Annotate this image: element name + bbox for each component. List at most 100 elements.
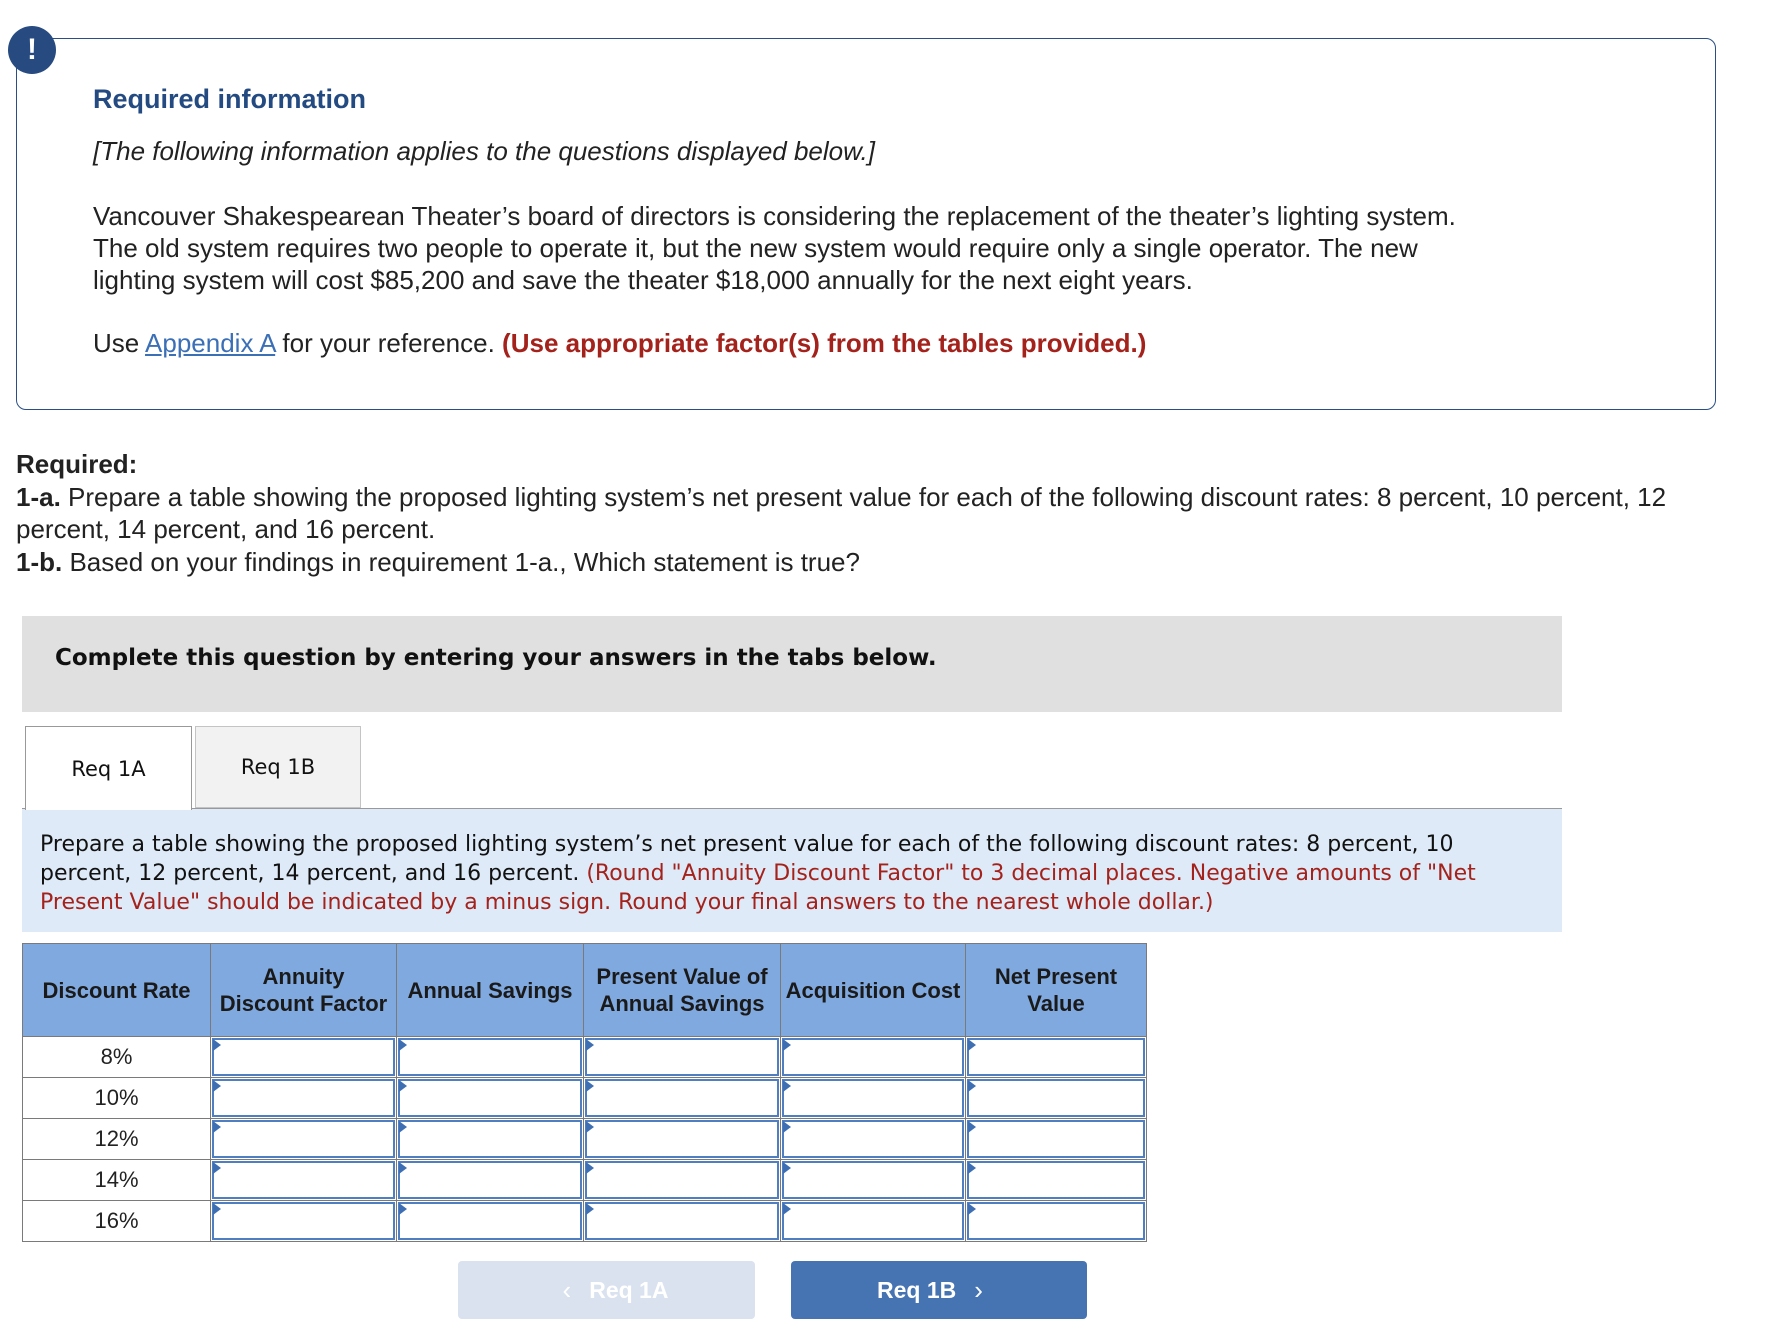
net-present-value-input[interactable] <box>967 1120 1145 1158</box>
present-value-annual-savings-input[interactable] <box>585 1161 779 1199</box>
annual-savings-input[interactable] <box>398 1038 582 1076</box>
input-marker-icon <box>399 1162 407 1174</box>
present-value-annual-savings-input[interactable] <box>585 1079 779 1117</box>
input-marker-icon <box>213 1162 221 1174</box>
present-value-annual-savings-input[interactable] <box>585 1202 779 1240</box>
input-marker-icon <box>783 1121 791 1133</box>
required-section: Required: 1-a. Prepare a table showing t… <box>16 448 1716 578</box>
table-row: 14% <box>22 1159 1147 1201</box>
annual-savings-input[interactable] <box>398 1202 582 1240</box>
net-present-value-input[interactable] <box>967 1161 1145 1199</box>
present-value-annual-savings-cell <box>583 1036 781 1078</box>
next-button-label: Req 1B <box>877 1276 957 1303</box>
annual-savings-cell <box>396 1200 584 1242</box>
input-marker-icon <box>399 1039 407 1051</box>
annuity-discount-factor-input[interactable] <box>212 1202 395 1240</box>
discount-rate-cell: 16% <box>22 1200 211 1242</box>
annual-savings-cell <box>396 1036 584 1078</box>
next-req-1b-button[interactable]: Req 1B › <box>791 1261 1087 1319</box>
input-marker-icon <box>399 1121 407 1133</box>
annual-savings-cell <box>396 1077 584 1119</box>
input-marker-icon <box>213 1121 221 1133</box>
discount-rate-cell: 12% <box>22 1118 211 1160</box>
info-subtitle: [The following information applies to th… <box>93 136 875 166</box>
input-marker-icon <box>586 1203 594 1215</box>
requirement-1b: 1-b. Based on your findings in requireme… <box>16 546 1716 579</box>
annual-savings-input[interactable] <box>398 1079 582 1117</box>
acquisition-cost-input[interactable] <box>782 1079 964 1117</box>
required-heading: Required: <box>16 449 138 479</box>
reference-line: Use Appendix A for your reference. (Use … <box>93 328 1146 359</box>
alert-icon: ! <box>8 26 56 74</box>
input-marker-icon <box>586 1039 594 1051</box>
present-value-annual-savings-cell <box>583 1159 781 1201</box>
net-present-value-input[interactable] <box>967 1202 1145 1240</box>
discount-rate-cell: 14% <box>22 1159 211 1201</box>
acquisition-cost-input[interactable] <box>782 1161 964 1199</box>
header-annual-savings: Annual Savings <box>396 943 584 1037</box>
annual-savings-cell <box>396 1118 584 1160</box>
net-present-value-cell <box>965 1036 1147 1078</box>
annuity-discount-factor-cell <box>210 1077 397 1119</box>
reference-prefix: Use <box>93 328 146 358</box>
present-value-annual-savings-cell <box>583 1077 781 1119</box>
npv-table: Discount Rate Annuity Discount Factor An… <box>22 943 1147 1242</box>
input-marker-icon <box>586 1162 594 1174</box>
prev-req-1a-button[interactable]: ‹ Req 1A <box>458 1261 755 1319</box>
input-marker-icon <box>968 1121 976 1133</box>
annuity-discount-factor-input[interactable] <box>212 1079 395 1117</box>
appendix-a-link[interactable]: Appendix A <box>145 328 275 358</box>
acquisition-cost-input[interactable] <box>782 1202 964 1240</box>
info-title: Required information <box>93 84 367 114</box>
annual-savings-input[interactable] <box>398 1120 582 1158</box>
input-marker-icon <box>213 1203 221 1215</box>
input-marker-icon <box>213 1080 221 1092</box>
header-net-present-value: Net Present Value <box>965 943 1147 1037</box>
input-marker-icon <box>399 1080 407 1092</box>
net-present-value-input[interactable] <box>967 1038 1145 1076</box>
acquisition-cost-cell <box>780 1036 966 1078</box>
table-row: 16% <box>22 1200 1147 1242</box>
requirement-1a-label: 1-a. <box>16 481 61 512</box>
requirement-1a-text: Prepare a table showing the proposed lig… <box>16 481 1667 545</box>
info-body-line: lighting system will cost $85,200 and sa… <box>93 265 1193 295</box>
present-value-annual-savings-cell <box>583 1118 781 1160</box>
instruction-text: Complete this question by entering your … <box>55 645 937 671</box>
input-marker-icon <box>586 1080 594 1092</box>
table-row: 10% <box>22 1077 1147 1119</box>
table-row: 12% <box>22 1118 1147 1160</box>
annuity-discount-factor-input[interactable] <box>212 1038 395 1076</box>
input-marker-icon <box>783 1203 791 1215</box>
requirement-1a: 1-a. Prepare a table showing the propose… <box>16 481 1716 546</box>
net-present-value-cell <box>965 1159 1147 1201</box>
chevron-left-icon: ‹ <box>562 1274 572 1305</box>
input-marker-icon <box>213 1039 221 1051</box>
present-value-annual-savings-input[interactable] <box>585 1120 779 1158</box>
requirement-1b-label: 1-b. <box>16 546 63 577</box>
annuity-discount-factor-input[interactable] <box>212 1161 395 1199</box>
discount-rate-cell: 10% <box>22 1077 211 1119</box>
table-header-row: Discount Rate Annuity Discount Factor An… <box>22 943 1147 1037</box>
acquisition-cost-input[interactable] <box>782 1120 964 1158</box>
info-body: Vancouver Shakespearean Theater’s board … <box>93 200 1653 296</box>
net-present-value-input[interactable] <box>967 1079 1145 1117</box>
tab-req-1b[interactable]: Req 1B <box>195 726 361 808</box>
input-marker-icon <box>968 1039 976 1051</box>
present-value-annual-savings-input[interactable] <box>585 1038 779 1076</box>
acquisition-cost-cell <box>780 1200 966 1242</box>
acquisition-cost-cell <box>780 1118 966 1160</box>
tab-req-1a[interactable]: Req 1A <box>25 726 192 810</box>
input-marker-icon <box>586 1121 594 1133</box>
factor-warning: (Use appropriate factor(s) from the tabl… <box>502 328 1147 358</box>
acquisition-cost-input[interactable] <box>782 1038 964 1076</box>
input-marker-icon <box>783 1162 791 1174</box>
annual-savings-input[interactable] <box>398 1161 582 1199</box>
annuity-discount-factor-cell <box>210 1118 397 1160</box>
input-marker-icon <box>968 1203 976 1215</box>
annuity-discount-factor-cell <box>210 1036 397 1078</box>
annual-savings-cell <box>396 1159 584 1201</box>
acquisition-cost-cell <box>780 1077 966 1119</box>
annuity-discount-factor-input[interactable] <box>212 1120 395 1158</box>
present-value-annual-savings-cell <box>583 1200 781 1242</box>
annuity-discount-factor-cell <box>210 1200 397 1242</box>
